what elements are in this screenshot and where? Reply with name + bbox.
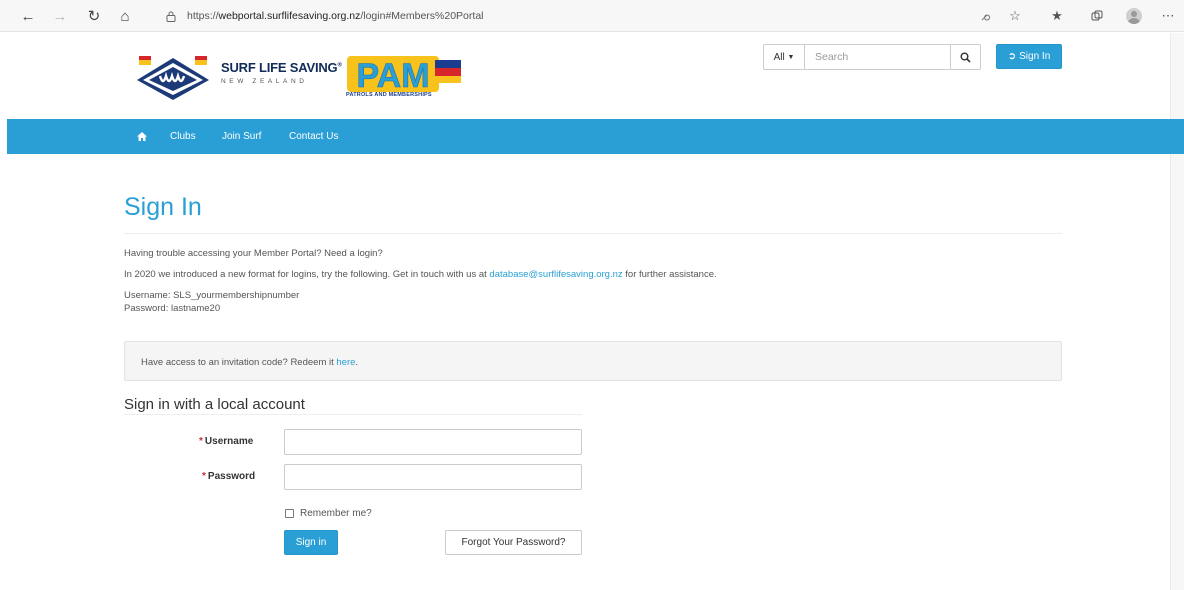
- password-label-text: Password: [207, 471, 256, 482]
- trouble-text: Having trouble accessing your Member Por…: [124, 248, 383, 259]
- nav-clubs[interactable]: Clubs: [170, 119, 196, 154]
- invitation-text: Have access to an invitation code? Redee…: [141, 357, 358, 368]
- support-email-link[interactable]: database@surflifesaving.org.nz: [489, 269, 622, 280]
- required-marker: *: [202, 471, 206, 482]
- profile-icon[interactable]: [1124, 6, 1144, 26]
- username-hint: Username: SLS_yourmembershipnumber: [124, 290, 300, 301]
- search-scope-dropdown[interactable]: All ▼: [764, 45, 805, 69]
- address-bar[interactable]: https://webportal.surflifesaving.org.nz /…: [143, 4, 1005, 28]
- home-icon: [137, 132, 147, 141]
- browser-toolbar: ← → ↻ ⌂ https://webportal.surflifesaving…: [0, 0, 1184, 32]
- remember-me-checkbox[interactable]: [285, 509, 294, 518]
- lock-icon: [165, 10, 177, 22]
- format-text: In 2020 we introduced a new format for l…: [124, 269, 717, 280]
- reload-icon[interactable]: ↻: [83, 5, 105, 27]
- favorites-icon[interactable]: ★: [1047, 6, 1067, 26]
- nav-join-surf[interactable]: Join Surf: [222, 119, 261, 154]
- signin-button[interactable]: Sign in: [284, 530, 338, 555]
- brand-title: SURF LIFE SAVING: [221, 60, 338, 75]
- pam-logo: PAM: [347, 56, 461, 95]
- invitation-text-before: Have access to an invitation code? Redee…: [141, 357, 337, 368]
- remember-me-label: Remember me?: [300, 508, 372, 519]
- url-prefix: https://: [187, 10, 219, 22]
- username-field[interactable]: [284, 429, 582, 455]
- invitation-panel: Have access to an invitation code? Redee…: [124, 341, 1062, 381]
- home-icon[interactable]: ⌂: [114, 5, 136, 27]
- url-path: /login#Members%20Portal: [360, 10, 484, 22]
- main-nav: Clubs Join Surf Contact Us: [7, 119, 1184, 154]
- search-button[interactable]: [950, 45, 980, 69]
- search-input[interactable]: [805, 45, 950, 69]
- back-arrow-icon[interactable]: ←: [17, 5, 39, 27]
- pam-subtitle: PATROLS AND MEMBERSHIPS: [346, 92, 432, 98]
- invitation-text-end: .: [355, 357, 359, 368]
- password-label: * Password: [202, 471, 255, 482]
- forgot-password-button[interactable]: Forgot Your Password?: [445, 530, 582, 555]
- remember-me[interactable]: Remember me?: [285, 508, 372, 519]
- invitation-here-link[interactable]: here: [336, 357, 355, 368]
- username-label-text: Username: [204, 436, 254, 447]
- avatar: [1126, 8, 1142, 24]
- search-group: All ▼: [763, 44, 981, 70]
- more-icon[interactable]: ⋯: [1158, 6, 1178, 26]
- required-marker: *: [199, 436, 203, 447]
- collections-icon[interactable]: [1087, 6, 1107, 26]
- nav-contact-us[interactable]: Contact Us: [289, 119, 338, 154]
- favorites-add-icon[interactable]: ☆: [1005, 6, 1025, 26]
- nav-home[interactable]: [137, 119, 147, 154]
- local-account-heading: Sign in with a local account: [124, 396, 305, 413]
- page-title: Sign In: [124, 193, 202, 221]
- slsnz-emblem-icon: [137, 56, 209, 100]
- brand-registered-mark: ®: [337, 62, 342, 69]
- header-signin-button[interactable]: ➲ Sign In: [996, 44, 1062, 69]
- caret-down-icon: ▼: [787, 53, 795, 61]
- pam-text: PAM: [356, 57, 429, 95]
- brand-logo[interactable]: SURF LIFE SAVING® NEW ZEALAND PAM PATROL…: [133, 50, 463, 108]
- password-hint: Password: lastname20: [124, 303, 221, 314]
- search-scope-label: All: [773, 51, 785, 63]
- read-aloud-icon[interactable]: [976, 6, 996, 26]
- username-label: * Username: [199, 436, 253, 447]
- forward-arrow-icon[interactable]: →: [49, 5, 71, 27]
- header-signin-label: Sign In: [1019, 51, 1051, 62]
- signin-icon: ➲: [1007, 51, 1017, 62]
- brand-subtitle: NEW ZEALAND: [221, 78, 308, 85]
- password-field[interactable]: [284, 464, 582, 490]
- scrollbar[interactable]: [1170, 33, 1184, 590]
- url-host: webportal.surflifesaving.org.nz: [218, 10, 361, 22]
- search-icon: [960, 52, 971, 63]
- divider: [124, 414, 582, 415]
- divider: [124, 233, 1062, 234]
- format-text-before: In 2020 we introduced a new format for l…: [124, 269, 490, 280]
- format-text-after: for further assistance.: [622, 269, 717, 280]
